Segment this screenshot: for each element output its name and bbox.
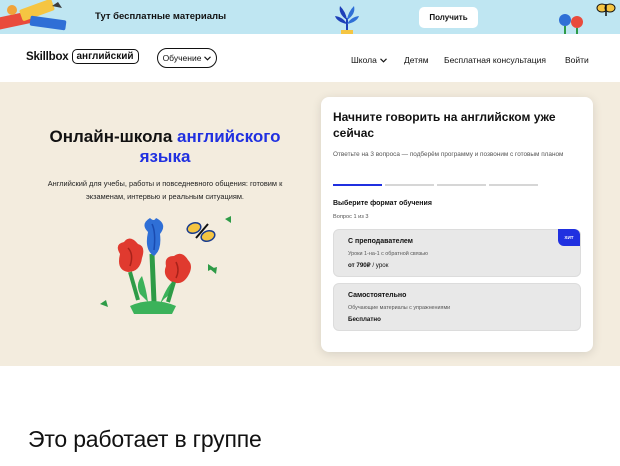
section-title: Это работает в группе xyxy=(28,426,262,452)
plant-icon xyxy=(335,6,359,34)
progress-segment-3 xyxy=(437,184,486,186)
option-price: Бесплатно xyxy=(348,316,381,323)
option-description: Уроки 1-на-1 с обратной связью xyxy=(348,251,428,257)
quiz-card: Начните говорить на английском уже сейча… xyxy=(321,97,593,352)
flowers-small-icon xyxy=(559,14,583,34)
chevron-down-icon xyxy=(204,55,212,61)
quiz-description: Ответьте на 3 вопроса — подберём програм… xyxy=(333,151,564,158)
nav-school[interactable]: Школа xyxy=(351,55,387,65)
butterfly-small-icon xyxy=(596,3,616,16)
nav-kids[interactable]: Детям xyxy=(404,55,429,65)
blue-flower xyxy=(144,218,164,256)
red-flower-right xyxy=(164,253,191,303)
progress-segment-2 xyxy=(385,184,434,186)
quiz-progress xyxy=(333,184,538,186)
logo[interactable]: Skillbox английский xyxy=(26,49,139,64)
learning-menu-button[interactable]: Обучение xyxy=(157,48,217,68)
option-price-value: от 790₽ xyxy=(348,262,371,269)
logo-brand: Skillbox xyxy=(26,50,69,63)
quiz-step-counter: Вопрос 1 из 3 xyxy=(333,214,369,220)
nav-login[interactable]: Войти xyxy=(565,55,589,65)
books-illustration-icon xyxy=(0,0,67,31)
chevron-down-icon xyxy=(379,57,387,63)
nav-login-label: Войти xyxy=(565,55,589,65)
nav-school-label: Школа xyxy=(351,55,377,65)
nav-free-consultation[interactable]: Бесплатная консультация xyxy=(444,55,546,65)
nav-free-consultation-label: Бесплатная консультация xyxy=(444,55,546,65)
butterfly-icon xyxy=(186,221,216,243)
option-title: Самостоятельно xyxy=(348,292,407,299)
option-price: от 790₽ / урок xyxy=(348,262,388,269)
logo-badge: английский xyxy=(71,49,139,64)
hero-title-main: Онлайн-школа xyxy=(49,127,173,146)
promo-banner: Тут бесплатные материалы Получить xyxy=(0,0,620,34)
get-materials-button[interactable]: Получить xyxy=(419,7,478,28)
site-header: Skillbox английский Обучение Школа Детям… xyxy=(0,34,620,82)
option-with-teacher[interactable]: С преподавателем Уроки 1-на-1 с обратной… xyxy=(333,229,581,277)
option-price-unit: / урок xyxy=(370,262,389,269)
quiz-question: Выберите формат обучения xyxy=(333,200,432,207)
flowers-butterfly-illustration xyxy=(100,216,231,314)
quiz-title: Начните говорить на английском уже сейча… xyxy=(333,110,556,140)
option-title: С преподавателем xyxy=(348,238,413,245)
hero-title: Онлайн-школа английского языка xyxy=(30,127,300,167)
hero-subtitle: Английский для учебы, работы и повседнев… xyxy=(47,179,283,201)
progress-segment-4 xyxy=(489,184,538,186)
option-self-study[interactable]: Самостоятельно Обучающие материалы с упр… xyxy=(333,283,581,331)
option-price-value: Бесплатно xyxy=(348,316,381,323)
progress-segment-1 xyxy=(333,184,382,186)
option-description: Обучающие материалы с упражнениями xyxy=(348,305,451,311)
nav-kids-label: Детям xyxy=(404,55,429,65)
promo-text: Тут бесплатные материалы xyxy=(95,11,227,22)
hit-badge: ХИТ xyxy=(558,229,580,246)
learning-menu-label: Обучение xyxy=(162,53,202,63)
